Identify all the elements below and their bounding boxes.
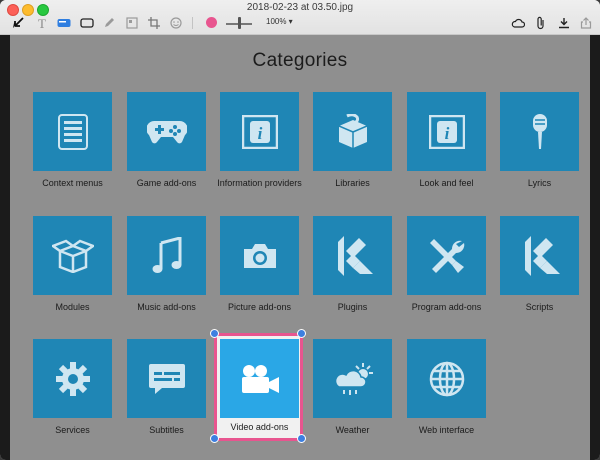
category-tile-program-add-ons[interactable]	[407, 216, 486, 295]
category-tile-game-add-ons[interactable]	[127, 92, 206, 171]
category-label: Modules	[55, 302, 90, 312]
pen-icon[interactable]	[101, 15, 117, 31]
share-icon[interactable]	[578, 15, 594, 31]
category-label: Web interface	[418, 425, 475, 435]
kodi-logo-icon	[520, 235, 560, 276]
category-label: Game add-ons	[136, 178, 197, 188]
kodi-categories-screen: Categories Context menus Game add-ons i …	[10, 35, 590, 460]
category-tile-information-providers[interactable]: i	[220, 92, 299, 171]
category-label: Lyrics	[527, 178, 552, 188]
category-tile-lyrics[interactable]	[500, 92, 579, 171]
gear-icon	[55, 361, 91, 397]
resize-handle[interactable]	[297, 329, 306, 338]
svg-text:i: i	[444, 124, 449, 143]
rect-icon[interactable]	[79, 15, 95, 31]
menu-list-icon	[57, 113, 88, 150]
category-tile-look-and-feel[interactable]: i	[407, 92, 486, 171]
stroke-color-swatch[interactable]	[206, 17, 217, 28]
category-label: Scripts	[525, 302, 554, 312]
info-panel-icon: i	[241, 114, 278, 149]
emoji-icon[interactable]	[168, 15, 184, 31]
category-label: Picture add-ons	[227, 302, 292, 312]
preview-window: 2018-02-23 at 03.50.jpg T 100% ▾ Categor…	[0, 0, 600, 460]
resize-handle[interactable]	[210, 434, 219, 443]
category-label: Information providers	[217, 178, 302, 188]
weather-icon	[333, 361, 373, 397]
category-tile-modules[interactable]	[33, 216, 112, 295]
toolbar-separator	[192, 17, 193, 29]
globe-icon	[429, 361, 465, 397]
category-tile-plugins[interactable]	[313, 216, 392, 295]
select-icon[interactable]	[10, 15, 26, 31]
music-note-icon	[152, 236, 182, 275]
category-tile-music-add-ons[interactable]	[127, 216, 206, 295]
open-box-icon	[51, 239, 94, 273]
window-title: 2018-02-23 at 03.50.jpg	[246, 2, 354, 13]
paperclip-icon[interactable]	[533, 15, 549, 31]
category-label: Video add-ons	[230, 422, 289, 432]
category-label: Context menus	[42, 178, 103, 188]
category-tile-context-menus[interactable]	[33, 92, 112, 171]
title-bar: 2018-02-23 at 03.50.jpg T 100% ▾	[0, 0, 600, 35]
category-tile-scripts[interactable]	[500, 216, 579, 295]
shape-filled-icon[interactable]	[56, 15, 72, 31]
page-title: Categories	[252, 50, 348, 71]
microphone-icon	[530, 113, 550, 151]
svg-text:i: i	[257, 124, 262, 143]
download-icon[interactable]	[556, 15, 572, 31]
category-label: Weather	[335, 425, 370, 435]
category-tile-weather[interactable]	[313, 339, 392, 418]
category-tile-services[interactable]	[33, 339, 112, 418]
category-label: Services	[55, 425, 90, 435]
category-tile-video-add-ons[interactable]	[220, 339, 299, 418]
svg-text:T: T	[38, 17, 46, 29]
category-label: Plugins	[337, 302, 368, 312]
stroke-size-slider-thumb[interactable]	[238, 17, 241, 29]
video-camera-icon	[240, 364, 280, 394]
gamepad-icon	[146, 119, 187, 145]
category-label: Subtitles	[149, 425, 184, 435]
category-label: Music add-ons	[137, 302, 196, 312]
category-label: Program add-ons	[411, 302, 482, 312]
image-canvas: Categories Context menus Game add-ons i …	[0, 35, 600, 460]
zoom-select[interactable]: 100% ▾	[266, 17, 293, 26]
category-tile-web-interface[interactable]	[407, 339, 486, 418]
camera-icon	[242, 242, 278, 270]
resize-handle[interactable]	[210, 329, 219, 338]
adjust-icon[interactable]	[124, 15, 140, 31]
category-tile-libraries[interactable]	[313, 92, 392, 171]
category-label: Libraries	[335, 178, 370, 188]
category-label: Look and feel	[419, 178, 474, 188]
cloud-icon[interactable]	[510, 15, 526, 31]
resize-handle[interactable]	[297, 434, 306, 443]
category-tile-picture-add-ons[interactable]	[220, 216, 299, 295]
tools-icon	[428, 237, 466, 275]
text-icon[interactable]: T	[34, 15, 50, 31]
category-tile-subtitles[interactable]	[127, 339, 206, 418]
question-box-icon	[335, 113, 371, 150]
subtitles-icon	[148, 363, 186, 395]
kodi-logo-icon	[333, 235, 373, 276]
info-panel-icon: i	[428, 114, 465, 149]
crop-icon[interactable]	[146, 15, 162, 31]
